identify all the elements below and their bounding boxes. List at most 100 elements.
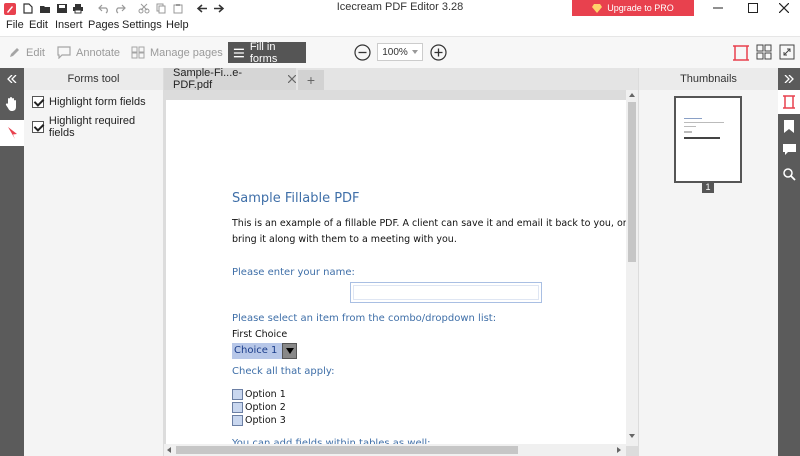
collapse-left-icon[interactable] (7, 75, 17, 83)
close-tab-icon[interactable] (288, 75, 296, 83)
zoom-in-icon[interactable] (430, 44, 447, 61)
diamond-icon (592, 3, 603, 13)
minimize-button[interactable] (704, 0, 732, 16)
scroll-up-icon[interactable] (629, 93, 635, 97)
close-window-button[interactable] (770, 0, 798, 16)
pdf-page: Sample Fillable PDF This is an example o… (166, 100, 626, 446)
thumbnails-tab-button[interactable] (778, 90, 800, 114)
comment-icon (57, 46, 71, 59)
hand-tool-button[interactable] (0, 92, 24, 116)
title-bar: File Edit Insert Pages Settings Help Ice… (0, 0, 800, 36)
page-thumbnail[interactable] (674, 96, 742, 183)
chevron-down-icon (411, 50, 418, 54)
edit-mode-label: Edit (26, 46, 45, 59)
left-tool-rail (0, 68, 24, 456)
back-arrow-icon[interactable] (196, 3, 208, 14)
option-1-row[interactable]: Option 1 (232, 389, 286, 400)
minimize-icon (713, 7, 723, 9)
intro-line-1: This is an example of a fillable PDF. A … (232, 218, 626, 229)
highlight-form-fields-label: Highlight form fields (49, 96, 146, 108)
manage-pages-mode-button[interactable]: Manage pages (126, 42, 228, 63)
scroll-right-icon[interactable] (617, 447, 621, 453)
fullscreen-icon[interactable] (779, 44, 795, 60)
thumbnail-line (684, 126, 696, 127)
document-viewer[interactable]: Sample Fillable PDF This is an example o… (164, 90, 638, 456)
maximize-button[interactable] (739, 0, 767, 16)
horizontal-scroll-thumb[interactable] (176, 446, 518, 454)
comments-icon[interactable] (783, 144, 796, 156)
vertical-scroll-thumb[interactable] (628, 102, 636, 262)
print-icon[interactable] (72, 3, 84, 14)
new-file-icon[interactable] (22, 3, 34, 14)
app-logo-icon (4, 3, 16, 15)
vertical-scrollbar[interactable] (626, 90, 638, 446)
menu-help[interactable]: Help (166, 19, 189, 31)
zoom-out-icon[interactable] (354, 44, 371, 61)
collapse-right-icon[interactable] (784, 75, 794, 83)
search-icon[interactable] (783, 168, 796, 181)
highlight-required-fields-checkbox[interactable] (32, 121, 44, 133)
redo-icon[interactable] (114, 3, 126, 14)
choice-dropdown-toggle[interactable] (282, 343, 297, 359)
scroll-left-icon[interactable] (167, 447, 171, 453)
close-icon (779, 3, 789, 13)
cursor-arrow-icon (8, 127, 17, 139)
triangle-down-icon (285, 348, 294, 354)
choice-dropdown[interactable]: Choice 1 (232, 343, 297, 359)
menu-edit[interactable]: Edit (29, 19, 48, 31)
scroll-down-icon[interactable] (629, 434, 635, 438)
pencil-icon (10, 48, 19, 57)
highlight-required-fields-option[interactable]: Highlight required fields (32, 115, 163, 139)
edit-mode-button[interactable]: Edit (3, 42, 50, 63)
thumbnails-panel: Thumbnails 1 (638, 68, 778, 456)
thumbnail-line (684, 118, 702, 119)
hand-icon (5, 97, 16, 111)
name-prompt: Please enter your name: (232, 267, 355, 278)
menu-settings[interactable]: Settings (122, 19, 162, 31)
menu-pages[interactable]: Pages (88, 19, 119, 31)
option-2-row[interactable]: Option 2 (232, 402, 286, 413)
highlight-form-fields-option[interactable]: Highlight form fields (32, 96, 146, 108)
annotate-mode-label: Annotate (76, 46, 121, 59)
intro-line-2: bring it along with them to a meeting wi… (232, 234, 457, 245)
option-2-checkbox[interactable] (232, 402, 243, 413)
save-icon[interactable] (56, 3, 68, 14)
menu-insert[interactable]: Insert (55, 19, 83, 31)
maximize-icon (748, 3, 758, 13)
option-3-checkbox[interactable] (232, 415, 243, 426)
document-tab[interactable]: Sample-Fi...e-PDF.pdf (164, 67, 296, 91)
app-title: Icecream PDF Editor 3.28 (336, 1, 464, 13)
combo-caption: First Choice (232, 329, 288, 340)
forward-arrow-icon[interactable] (213, 3, 225, 14)
upgrade-label: Upgrade to PRO (607, 3, 674, 13)
fill-forms-mode-button[interactable]: Fill in forms (228, 40, 306, 65)
annotate-mode-button[interactable]: Annotate (52, 42, 125, 63)
single-page-view-icon[interactable] (732, 45, 750, 61)
cut-icon[interactable] (138, 3, 150, 14)
name-input[interactable] (350, 282, 542, 303)
thumbnails-title: Thumbnails (639, 68, 778, 90)
upgrade-button[interactable]: Upgrade to PRO (572, 0, 694, 16)
open-folder-icon[interactable] (39, 3, 51, 14)
copy-icon[interactable] (155, 3, 167, 14)
document-title: Sample Fillable PDF (232, 191, 360, 206)
horizontal-scrollbar[interactable] (164, 444, 626, 456)
menu-file[interactable]: File (6, 19, 24, 31)
highlight-form-fields-checkbox[interactable] (32, 96, 44, 108)
option-3-label: Option 3 (245, 415, 286, 426)
bookmark-icon[interactable] (784, 120, 794, 133)
select-tool-button[interactable] (0, 120, 24, 146)
option-1-checkbox[interactable] (232, 389, 243, 400)
thumbnail-line (684, 122, 724, 123)
grid-view-icon[interactable] (756, 44, 772, 60)
choice-dropdown-value: Choice 1 (234, 345, 278, 356)
forms-tool-title: Forms tool (24, 68, 163, 90)
fill-forms-mode-label: Fill in forms (249, 40, 278, 65)
paste-icon[interactable] (172, 3, 184, 14)
pages-icon (131, 46, 145, 59)
thumbnail-line (684, 137, 720, 139)
option-3-row[interactable]: Option 3 (232, 415, 286, 426)
add-tab-button[interactable]: + (298, 70, 324, 90)
undo-icon[interactable] (98, 3, 110, 14)
zoom-select[interactable]: 100% (377, 43, 423, 61)
